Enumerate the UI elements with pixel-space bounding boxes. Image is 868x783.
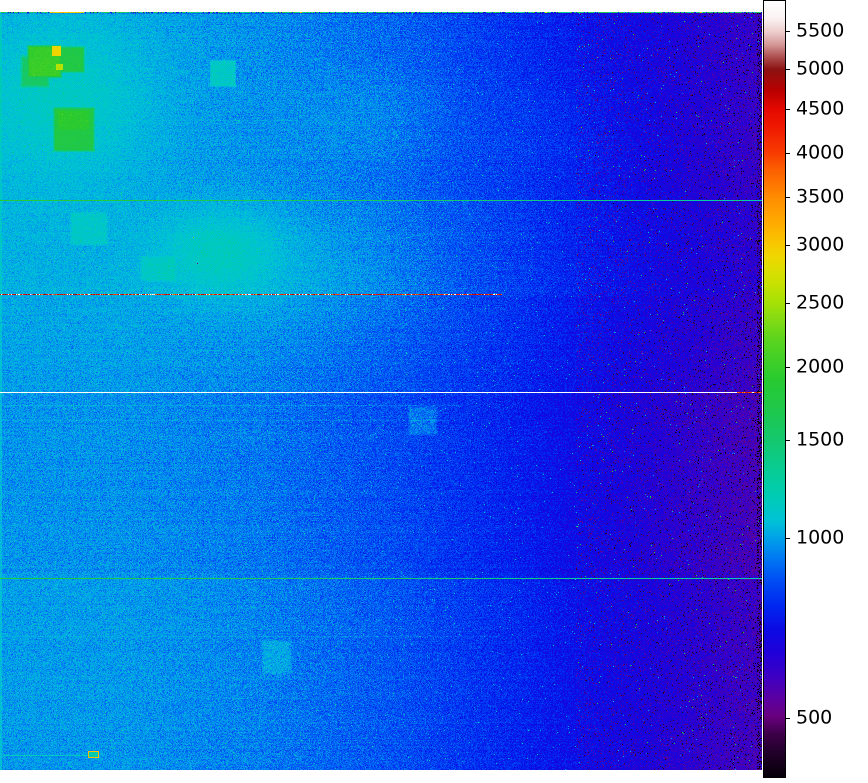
colorbar-tick — [785, 440, 790, 441]
colorbar-tick-label: 4000 — [796, 144, 844, 163]
colorbar-tick-label: 5500 — [796, 22, 844, 41]
colorbar-tick-label: 2500 — [796, 294, 844, 313]
colorbar-tick-label: 1000 — [796, 529, 844, 548]
detector-heatmap-canvas — [0, 12, 762, 770]
figure-root: 5500 5000 4500 4000 3500 3000 2500 2000 1500 1000… — [0, 0, 868, 783]
colorbar-tick — [785, 109, 790, 110]
colorbar-tick — [785, 197, 790, 198]
colorbar-tick — [785, 538, 790, 539]
colorbar-gradient — [764, 1, 785, 777]
colorbar — [763, 0, 786, 778]
colorbar-tick-label: 2000 — [796, 358, 844, 377]
colorbar-tick — [785, 303, 790, 304]
colorbar-tick-label: 1500 — [796, 431, 844, 450]
colorbar-tick — [785, 718, 790, 719]
colorbar-tick — [785, 245, 790, 246]
colorbar-tick — [785, 367, 790, 368]
colorbar-tick-label: 3500 — [796, 188, 844, 207]
colorbar-tick-label: 5000 — [796, 60, 844, 79]
colorbar-tick — [785, 153, 790, 154]
colorbar-tick-label: 500 — [796, 709, 832, 728]
colorbar-tick — [785, 69, 790, 70]
colorbar-tick-label: 3000 — [796, 236, 844, 255]
colorbar-tick-label: 4500 — [796, 100, 844, 119]
colorbar-tick — [785, 31, 790, 32]
